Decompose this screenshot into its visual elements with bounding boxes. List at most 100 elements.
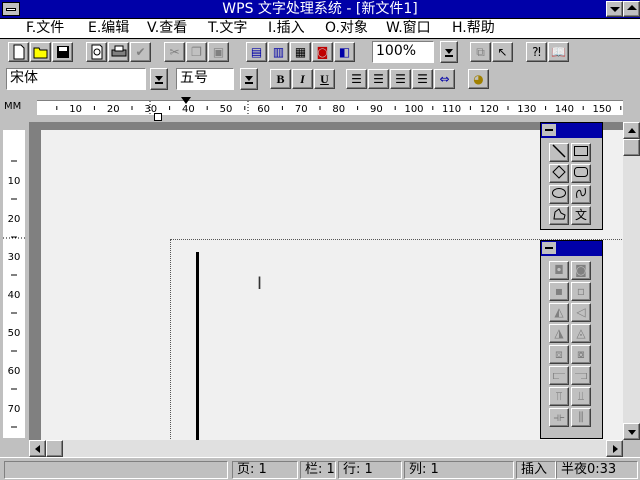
vertical-ruler[interactable]: 1020304050607080 [0,122,29,453]
wrap-through-button[interactable]: ⧇ [571,345,591,364]
open-file-button[interactable] [30,42,51,62]
copy-button[interactable]: ❐ [186,42,207,62]
send-back-button[interactable]: ◙ [571,261,591,280]
flip-horizontal-button[interactable]: ◭ [549,303,569,322]
menu-window[interactable]: W.窗口 [386,20,431,37]
group-button[interactable]: ▪ [549,282,569,301]
rectangle-tool-button[interactable] [571,143,591,162]
diamond-tool-button[interactable] [549,164,569,183]
align-center-button[interactable]: ☰ [368,69,389,89]
align-objects-right-button[interactable]: ⫎ [571,366,591,385]
print-button[interactable] [108,42,129,62]
line-tool-button[interactable] [549,143,569,162]
save-disk-icon [56,46,69,58]
rotate-left-button[interactable]: ◮ [549,324,569,343]
bold-button[interactable]: B [270,69,291,89]
font-name-combo[interactable]: 宋体 [6,68,146,90]
flip-vertical-button[interactable]: ◁ [571,303,591,322]
rounded-rect-tool-button[interactable] [571,164,591,183]
freeform-tool-button[interactable] [549,206,569,225]
palette-menu-button[interactable] [542,242,556,254]
pointer-icon: ↖ [497,45,508,59]
ungroup-button[interactable]: ▫ [571,282,591,301]
image-button[interactable]: ◙ [312,42,333,62]
menu-insert[interactable]: I.插入 [268,20,305,37]
minimize-button[interactable] [606,1,623,17]
select-pointer-button[interactable]: ↖ [492,42,513,62]
curve-icon [576,187,586,199]
zoom-combo[interactable]: 100% [372,41,434,63]
palette-menu-button[interactable] [542,124,556,136]
print-preview-button[interactable] [86,42,107,62]
vertical-scrollbar[interactable] [623,122,640,440]
chevron-down-icon [155,76,163,81]
drawing-palette: 文 [540,122,603,230]
bring-front-icon: ◘ [554,263,564,277]
new-file-button[interactable] [8,42,29,62]
justify-button[interactable]: ☰ [412,69,433,89]
save-button[interactable] [52,42,73,62]
bring-front-button[interactable]: ◘ [549,261,569,280]
first-line-indent-marker[interactable] [181,97,191,104]
scroll-down-button[interactable] [623,423,640,440]
drawing-palette-titlebar[interactable] [541,123,602,138]
menu-bar: F.文件 E.编辑 V.查看 T.文字 I.插入 O.对象 W.窗口 H.帮助 [0,19,640,39]
center-vertical-button[interactable]: ⫼ [571,408,591,427]
font-size-combo[interactable]: 五号 [176,68,234,90]
horizontal-scrollbar[interactable] [29,440,623,457]
align-objects-left-button[interactable]: ⫍ [549,366,569,385]
underline-button[interactable]: U [314,69,335,89]
menu-help[interactable]: H.帮助 [452,20,495,37]
document-area[interactable]: I 文 ◘ ◙ ▪ ▫ ◭ ◁ ◮ ◬ ⧈ ⧇ ⫍ ⫎ ⫪ ⫫ ⟛ ⫼ [29,122,630,449]
paste-button[interactable]: ▣ [208,42,229,62]
menu-object[interactable]: O.对象 [325,20,368,37]
font-size-dropdown[interactable] [240,68,258,90]
cut-button[interactable]: ✂ [164,42,185,62]
vertical-ruler-label: 60 [8,366,21,377]
ellipse-tool-button[interactable] [549,185,569,204]
vertical-text-button[interactable]: ▥ [268,42,289,62]
scroll-right-button[interactable] [606,440,623,457]
scroll-up-button[interactable] [623,122,640,139]
zoom-dropdown-button[interactable] [440,41,458,63]
font-name-dropdown[interactable] [150,68,168,90]
spellcheck-icon: ✔ [135,45,146,59]
ruler-label: 150 [592,104,611,115]
vertical-ruler-label: 20 [8,214,21,225]
object-palette-titlebar[interactable] [541,241,602,256]
distribute-button[interactable]: ⇔ [434,69,455,89]
image-icon: ◙ [316,45,329,59]
left-indent-marker[interactable] [154,113,162,121]
align-objects-bottom-button[interactable]: ⫫ [571,387,591,406]
menu-text[interactable]: T.文字 [208,20,247,37]
menu-view[interactable]: V.查看 [147,20,187,37]
frame-button[interactable]: ⧉ [470,42,491,62]
scroll-left-button[interactable] [29,440,46,457]
center-horizontal-button[interactable]: ⟛ [549,408,569,427]
book-button[interactable]: 📖 [548,42,569,62]
align-objects-top-button[interactable]: ⫪ [549,387,569,406]
curve-tool-button[interactable] [571,185,591,204]
ellipse-icon [552,188,566,198]
wrap-around-button[interactable]: ⧈ [549,345,569,364]
maximize-button[interactable] [623,1,640,17]
help-pointer-button[interactable]: ⁈ [526,42,547,62]
text-box-button[interactable]: ▤ [246,42,267,62]
menu-file[interactable]: F.文件 [26,20,64,37]
menu-edit[interactable]: E.编辑 [88,20,129,37]
horizontal-ruler[interactable]: MM 10 20 30 40 50 60 70 80 90 100 110 120 130 140 150 [0,93,640,122]
align-left-button[interactable]: ☰ [346,69,367,89]
table-button[interactable]: ▦ [290,42,311,62]
rotate-right-button[interactable]: ◬ [571,324,591,343]
vertical-scroll-thumb[interactable] [623,139,640,156]
object-button[interactable]: ◧ [334,42,355,62]
horizontal-scroll-thumb[interactable] [46,440,63,457]
color-button[interactable]: ◕ [468,69,489,89]
window-title: WPS 文字处理系统 - [新文件1] [222,1,418,17]
align-right-button[interactable]: ☰ [390,69,411,89]
italic-button[interactable]: I [292,69,313,89]
text-tool-button[interactable]: 文 [571,206,591,225]
spellcheck-button[interactable]: ✔ [130,42,151,62]
rotate-right-icon: ◬ [576,326,586,340]
document-page[interactable]: I [41,130,630,449]
